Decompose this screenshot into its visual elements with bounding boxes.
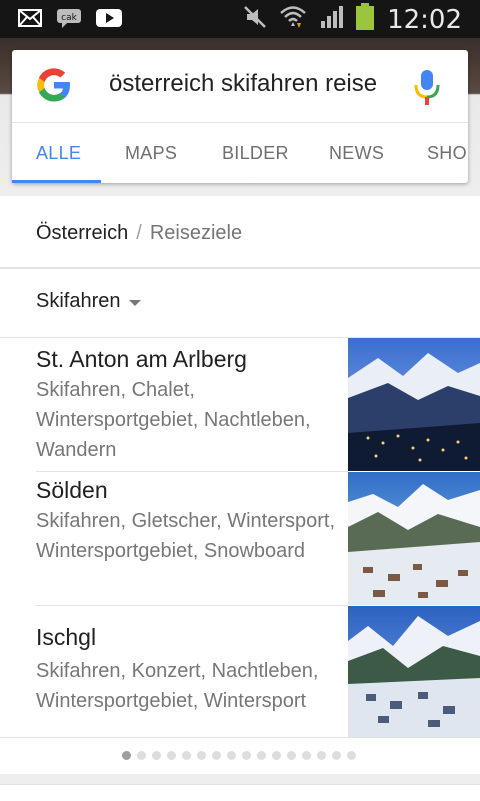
result-title[interactable]: Sölden <box>36 477 108 504</box>
filter-label: Skifahren <box>36 290 121 312</box>
result-tags: Skifahren, Chalet, Wintersportgebiet, Na… <box>36 379 311 461</box>
caret-down-icon <box>128 299 141 306</box>
breadcrumb-parent[interactable]: Österreich <box>36 222 128 244</box>
pagination-dot[interactable] <box>332 751 341 760</box>
result-tags: Skifahren, Gletscher, Wintersport, Winte… <box>36 510 336 562</box>
pagination-dot[interactable] <box>152 751 161 760</box>
list-item[interactable]: Sölden Skifahren, Gletscher, Wintersport… <box>0 472 480 605</box>
result-thumbnail[interactable] <box>348 472 480 605</box>
tab-bilder[interactable]: BILDER <box>222 123 289 183</box>
carousel-pagination[interactable] <box>122 751 356 760</box>
search-input[interactable]: österreich skifahren reise <box>109 70 379 102</box>
youtube-icon <box>96 9 122 32</box>
google-logo-icon[interactable] <box>35 66 73 104</box>
result-title[interactable]: Ischgl <box>36 624 96 651</box>
pagination-dot[interactable] <box>167 751 176 760</box>
microphone-icon[interactable] <box>412 68 442 106</box>
results-panel: Österreich / Reiseziele Skifahren St. Anto… <box>0 196 480 774</box>
breadcrumb-separator: / <box>136 222 142 244</box>
pagination-dot[interactable] <box>182 751 191 760</box>
pagination-dot[interactable] <box>242 751 251 760</box>
result-title[interactable]: St. Anton am Arlberg <box>36 346 247 373</box>
pagination-dot[interactable] <box>317 751 326 760</box>
breadcrumb-current: Reiseziele <box>149 222 243 244</box>
muted-icon <box>243 5 267 34</box>
pagination-dot[interactable] <box>122 751 131 760</box>
svg-text:cak: cak <box>61 13 77 23</box>
tab-maps[interactable]: MAPS <box>125 123 177 183</box>
wifi-icon <box>279 4 307 35</box>
active-tab-indicator <box>12 180 101 183</box>
pagination-dot[interactable] <box>302 751 311 760</box>
result-thumbnail[interactable] <box>348 338 480 471</box>
pagination-dot[interactable] <box>257 751 266 760</box>
search-bar[interactable]: österreich skifahren reise <box>12 50 468 122</box>
pagination-dot[interactable] <box>197 751 206 760</box>
chat-icon: cak <box>56 8 82 33</box>
pagination-dot[interactable] <box>137 751 146 760</box>
clock: 12:02 <box>387 4 462 35</box>
list-item[interactable]: St. Anton am Arlberg Skifahren, Chalet, … <box>0 338 480 471</box>
pagination-dot[interactable] <box>272 751 281 760</box>
mail-icon <box>18 9 42 32</box>
tab-news[interactable]: NEWS <box>329 123 384 183</box>
signal-icon <box>319 5 344 34</box>
pagination-dot[interactable] <box>347 751 356 760</box>
tab-alle[interactable]: ALLE <box>36 123 81 183</box>
search-tabs: ALLE MAPS BILDER NEWS SHOP <box>12 123 468 183</box>
tab-shop[interactable]: SHOP <box>427 123 468 183</box>
divider <box>0 267 480 269</box>
next-result-card <box>0 784 480 801</box>
status-bar: cak 12:02 <box>0 0 480 38</box>
result-thumbnail[interactable] <box>348 606 480 737</box>
battery-icon <box>355 3 375 36</box>
pagination-dot[interactable] <box>212 751 221 760</box>
result-tags: Skifahren, Konzert, Nachtleben, Wintersp… <box>36 660 319 712</box>
divider <box>0 737 480 738</box>
list-item[interactable]: Ischgl Skifahren, Konzert, Nachtleben, W… <box>0 606 480 737</box>
search-card: österreich skifahren reise ALLE MAPS BIL… <box>12 50 468 183</box>
pagination-dot[interactable] <box>287 751 296 760</box>
pagination-dot[interactable] <box>227 751 236 760</box>
category-filter-dropdown[interactable]: Skifahren <box>36 290 141 313</box>
breadcrumb: Österreich / Reiseziele <box>36 222 242 245</box>
